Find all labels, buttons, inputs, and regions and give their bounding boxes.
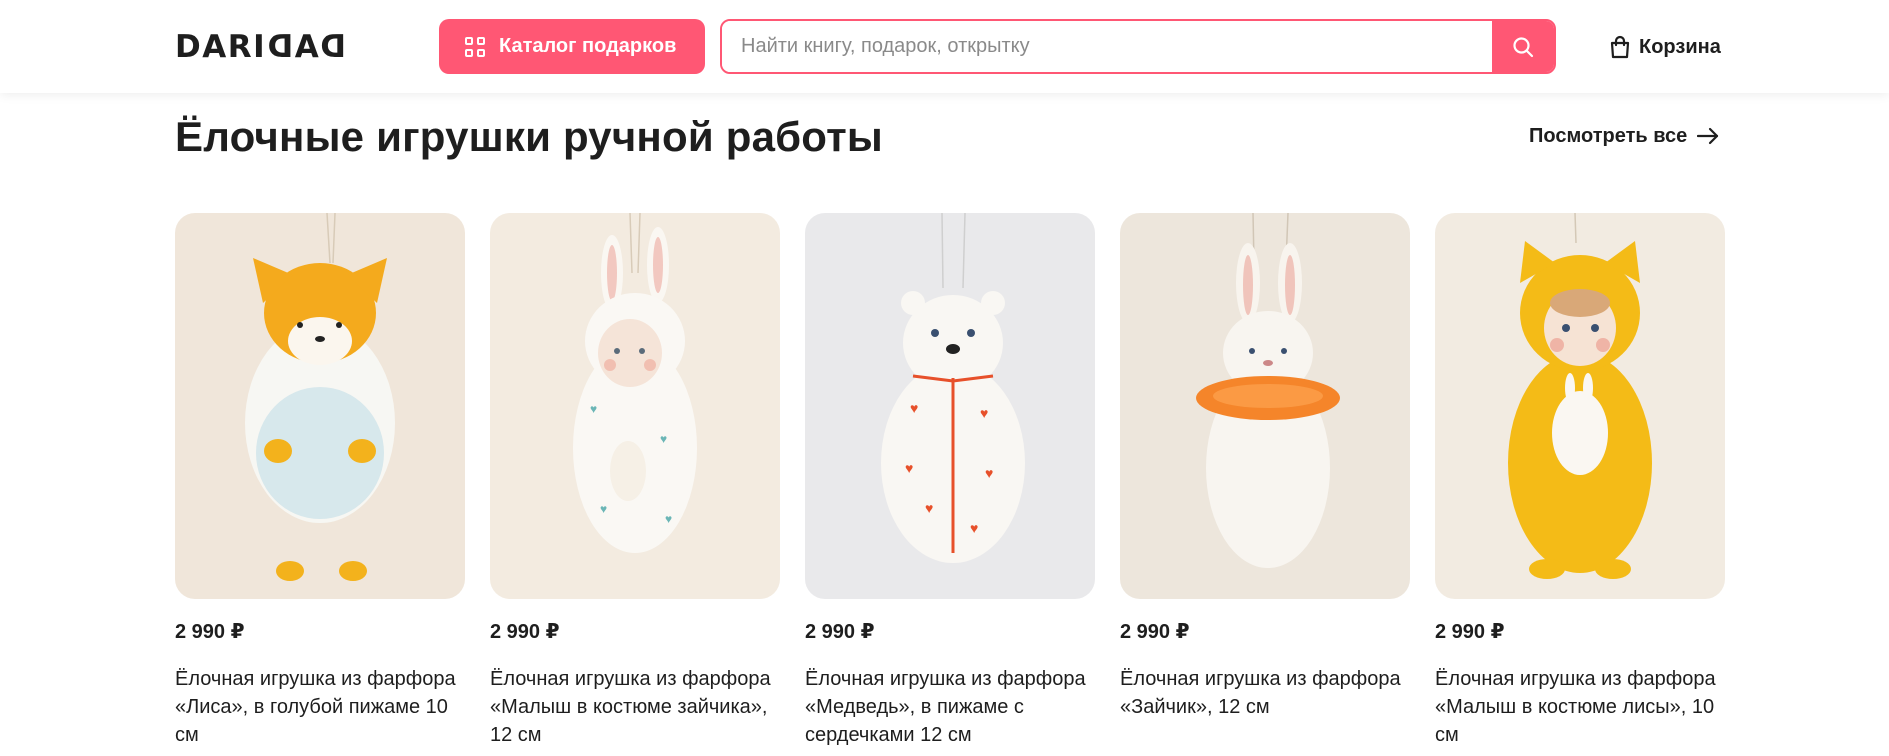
product-price: 2 990 ₽ [175,621,245,643]
search-input[interactable] [722,21,1492,72]
svg-text:♥: ♥ [980,405,988,421]
product-title[interactable]: Ёлочная игрушка из фарфора «Малыш в кост… [490,665,780,749]
grid-icon [465,36,485,57]
product-image[interactable]: ♥ ♥ ♥ ♥ ♥ ♥ [805,213,1095,599]
product-card[interactable]: 2 990 ₽ Ёлочная игрушка из фарфора «Зайч… [1120,213,1410,749]
product-title[interactable]: Ёлочная игрушка из фарфора «Лиса», в гол… [175,665,465,749]
product-card[interactable]: 2 990 ₽ Ёлочная игрушка из фарфора «Малы… [1435,213,1725,749]
catalog-button[interactable]: Каталог подарков [439,19,705,74]
svg-text:♥: ♥ [905,460,913,476]
logo[interactable]: DARI DAD [175,29,346,65]
product-price: 2 990 ₽ [490,621,560,643]
search-icon [1513,36,1534,57]
product-card[interactable]: 2 990 ₽ Ёлочная игрушка из фарфора «Лиса… [175,213,465,749]
search-button[interactable] [1492,21,1554,72]
see-all-link[interactable]: Посмотреть все [1529,123,1719,149]
cart-label: Корзина [1639,35,1721,58]
product-image[interactable] [175,213,465,599]
svg-text:♥: ♥ [910,400,918,416]
product-price: 2 990 ₽ [805,621,875,643]
svg-text:♥: ♥ [600,502,607,516]
product-card[interactable]: ♥ ♥ ♥ ♥ ♥ ♥ 2 990 ₽ Ёлочная игрушка из ф… [805,213,1095,749]
product-card[interactable]: ♥ ♥ ♥ ♥ 2 990 ₽ Ёлочная игрушка из фарфо… [490,213,780,749]
svg-text:♥: ♥ [665,512,672,526]
product-title[interactable]: Ёлочная игрушка из фарфора «Зайчик», 12 … [1120,665,1410,721]
section-title: Ёлочные игрушки ручной работы [175,113,883,160]
see-all-label: Посмотреть все [1529,124,1688,147]
product-title[interactable]: Ёлочная игрушка из фарфора «Малыш в кост… [1435,665,1725,749]
product-image[interactable] [1435,213,1725,599]
search-bar [720,19,1556,74]
svg-text:♥: ♥ [925,500,933,516]
product-list: 2 990 ₽ Ёлочная игрушка из фарфора «Лиса… [175,213,1725,749]
svg-text:♥: ♥ [985,465,993,481]
catalog-button-label: Каталог подарков [499,35,677,57]
shopping-bag-icon [1610,35,1630,59]
site-header: DARIDAD Каталог подарков Корзина [0,0,1889,93]
product-price: 2 990 ₽ [1435,621,1505,643]
product-image[interactable]: ♥ ♥ ♥ ♥ [490,213,780,599]
svg-text:♥: ♥ [590,402,597,416]
product-title[interactable]: Ёлочная игрушка из фарфора «Медведь», в … [805,665,1095,749]
product-price: 2 990 ₽ [1120,621,1190,643]
product-image[interactable] [1120,213,1410,599]
svg-text:♥: ♥ [660,432,667,446]
arrow-right-icon [1697,127,1719,145]
cart-link[interactable]: Корзина [1609,33,1721,61]
svg-text:♥: ♥ [970,520,978,536]
